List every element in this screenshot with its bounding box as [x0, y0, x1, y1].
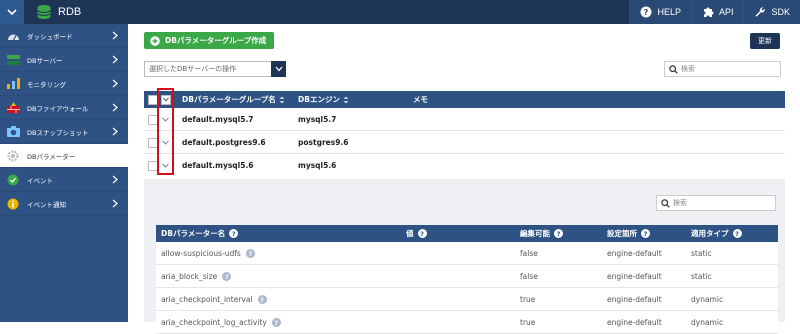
parameter-apply-type: static — [691, 272, 712, 281]
parameter-source: engine-default — [607, 295, 662, 304]
help-icon[interactable]: ? — [222, 272, 232, 281]
sidebar-item-event[interactable]: イベント — [0, 168, 128, 192]
table-row: allow-suspicious-udfs? false engine-defa… — [156, 242, 778, 265]
gear-icon — [6, 149, 20, 162]
help-icon[interactable]: ? — [732, 229, 742, 238]
parameter-editable: false — [520, 272, 538, 281]
column-header-editable: 編集可能? — [520, 225, 563, 242]
parameters-table-header: DBパラメーター名? 値? 編集可能? 設定箇所? 適用タイプ? — [156, 225, 778, 242]
server-icon — [6, 54, 20, 66]
group-name: default.mysql5.6 — [182, 161, 254, 170]
help-icon[interactable]: ? — [554, 229, 563, 238]
puzzle-icon — [703, 7, 714, 17]
camera-icon — [6, 126, 20, 138]
help-icon: ? — [640, 6, 652, 18]
parameter-editable: false — [520, 249, 538, 258]
parameter-editable: true — [520, 295, 536, 304]
column-header-value: 値? — [406, 225, 427, 242]
sort-icon — [279, 96, 285, 103]
column-header-apply-type: 適用タイプ? — [691, 225, 742, 242]
database-icon — [37, 5, 51, 19]
info-icon — [6, 198, 20, 210]
table-row[interactable]: default.mysql5.7 mysql5.7 — [144, 108, 785, 131]
bulk-action-select[interactable]: 選択したDBサーバーの操作 — [144, 61, 286, 77]
group-name: default.postgres9.6 — [182, 138, 266, 147]
chevron-right-icon — [112, 79, 118, 88]
firewall-icon — [6, 102, 20, 114]
db-engine: mysql5.7 — [298, 115, 337, 124]
groups-table-header: DBパラメーターグループ名 DBエンジン メモ — [144, 91, 785, 108]
chevron-right-icon — [112, 127, 118, 136]
sidebar-item-monitoring[interactable]: モニタリング — [0, 72, 128, 96]
sidebar-item-db-parameter[interactable]: DBパラメーター — [0, 144, 128, 168]
db-engine: postgres9.6 — [298, 138, 349, 147]
brand: RDB — [36, 3, 81, 21]
column-header-memo: メモ — [413, 95, 428, 104]
search-icon — [661, 198, 670, 208]
table-row[interactable]: default.mysql5.6 mysql5.6 — [144, 154, 785, 177]
sidebar-item-event-notification[interactable]: イベント通知 — [0, 192, 128, 216]
plus-circle-icon — [150, 35, 160, 46]
parameter-apply-type: static — [691, 249, 712, 258]
dashboard-icon — [6, 30, 20, 42]
help-icon[interactable]: ? — [641, 229, 650, 238]
sidebar-item-dashboard[interactable]: ダッシュボード — [0, 24, 128, 48]
chevron-right-icon — [112, 55, 118, 64]
help-button[interactable]: ? HELP — [629, 0, 691, 24]
sort-icon — [343, 96, 349, 103]
chevron-right-icon — [112, 175, 118, 184]
help-icon[interactable]: ? — [257, 295, 267, 304]
svg-text:?: ? — [644, 8, 649, 17]
db-engine: mysql5.6 — [298, 161, 337, 170]
parameter-name: allow-suspicious-udfs — [161, 249, 241, 258]
parameter-detail-panel: 検索 DBパラメーター名? 値? 編集可能? 設定箇所? 適用タイプ? allo… — [144, 179, 785, 334]
parameter-source: engine-default — [607, 318, 662, 327]
table-row: aria_checkpoint_interval? true engine-de… — [156, 288, 778, 311]
table-row: aria_checkpoint_log_activity? true engin… — [156, 311, 778, 334]
column-header-parameter-name: DBパラメーター名? — [161, 225, 239, 242]
main-content: DBパラメーターグループ作成 更新 選択したDBサーバーの操作 検索 DBパラメ… — [128, 24, 800, 334]
expand-toggle-highlight — [157, 88, 174, 175]
sidebar-item-db-snapshot[interactable]: DBスナップショット — [0, 120, 128, 144]
chart-icon — [6, 78, 20, 90]
menu-toggle-button[interactable] — [0, 0, 24, 24]
search-input[interactable]: 検索 — [664, 61, 781, 77]
help-icon[interactable]: ? — [229, 229, 239, 238]
detail-search-input[interactable]: 検索 — [656, 195, 776, 211]
group-name: default.mysql5.7 — [182, 115, 254, 124]
search-icon — [669, 64, 678, 74]
parameter-source: engine-default — [607, 272, 662, 281]
help-icon[interactable]: ? — [245, 249, 255, 258]
sidebar-item-db-firewall[interactable]: DBファイアウォール — [0, 96, 128, 120]
chevron-right-icon — [112, 103, 118, 112]
api-button[interactable]: API — [690, 0, 744, 24]
parameter-name: aria_checkpoint_log_activity — [161, 318, 267, 327]
chevron-right-icon — [112, 199, 118, 208]
help-icon[interactable]: ? — [271, 318, 281, 327]
refresh-button[interactable]: 更新 — [750, 33, 780, 49]
chevron-down-icon — [7, 9, 17, 16]
column-header-group-name[interactable]: DBパラメーターグループ名 — [182, 91, 285, 108]
parameter-editable: true — [520, 318, 536, 327]
dropdown-arrow-icon — [271, 61, 286, 77]
chevron-right-icon — [112, 31, 118, 40]
parameter-name: aria_block_size — [161, 272, 218, 281]
table-row[interactable]: default.postgres9.6 postgres9.6 — [144, 131, 785, 154]
sidebar: ダッシュボード DBサーバー モニタリング DBファイアウォール DBスナップシ… — [0, 24, 128, 322]
parameter-source: engine-default — [607, 249, 662, 258]
parameter-apply-type: dynamic — [691, 295, 724, 304]
parameter-apply-type: dynamic — [691, 318, 724, 327]
top-bar: RDB ? HELP API SDK — [0, 0, 800, 24]
sidebar-item-db-server[interactable]: DBサーバー — [0, 48, 128, 72]
column-header-source: 設定箇所? — [607, 225, 650, 242]
create-parameter-group-button[interactable]: DBパラメーターグループ作成 — [144, 32, 274, 49]
parameter-name: aria_checkpoint_interval — [161, 295, 253, 304]
column-header-db-engine[interactable]: DBエンジン — [298, 91, 349, 108]
wrench-icon — [755, 7, 766, 17]
event-icon — [6, 174, 20, 186]
table-row: aria_block_size? false engine-default st… — [156, 265, 778, 288]
help-icon[interactable]: ? — [417, 229, 427, 238]
sdk-button[interactable]: SDK — [743, 0, 800, 24]
app-title: RDB — [58, 6, 82, 18]
